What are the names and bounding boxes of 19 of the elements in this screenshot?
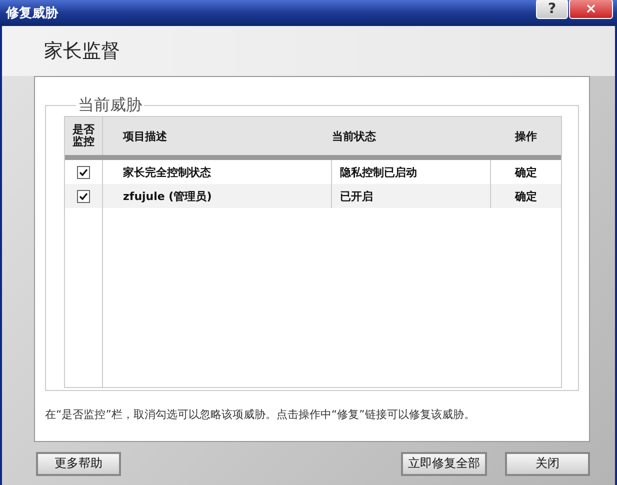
- column-header: 项目描述: [122, 128, 168, 144]
- table-cell: 已开启: [332, 184, 491, 208]
- help-button[interactable]: ?: [536, 0, 568, 19]
- dialog-button[interactable]: 更多帮助: [36, 452, 121, 476]
- action-link[interactable]: 确定: [491, 184, 561, 208]
- hint-text: 在“是否监控”栏，取消勾选可以忽略该项威胁。点击操作中“修复”链接可以修复该威胁。: [45, 407, 476, 422]
- action-link[interactable]: 确定: [491, 160, 561, 184]
- close-button[interactable]: ×: [569, 0, 613, 19]
- column-header: 是否监控: [65, 117, 103, 155]
- column-header: 操作: [514, 128, 538, 144]
- page-title: 家长监督: [44, 39, 120, 64]
- checkbox[interactable]: [77, 190, 90, 202]
- dialog-button[interactable]: 立即修复全部: [401, 452, 487, 476]
- group-title: 当前威胁: [77, 95, 143, 116]
- column-header: 当前状态: [332, 128, 377, 144]
- window-title: 修复威胁: [6, 5, 60, 22]
- table-cell: zfujule (管理员): [103, 184, 332, 208]
- checkbox[interactable]: [77, 166, 90, 178]
- dialog-button[interactable]: 关闭: [505, 452, 590, 476]
